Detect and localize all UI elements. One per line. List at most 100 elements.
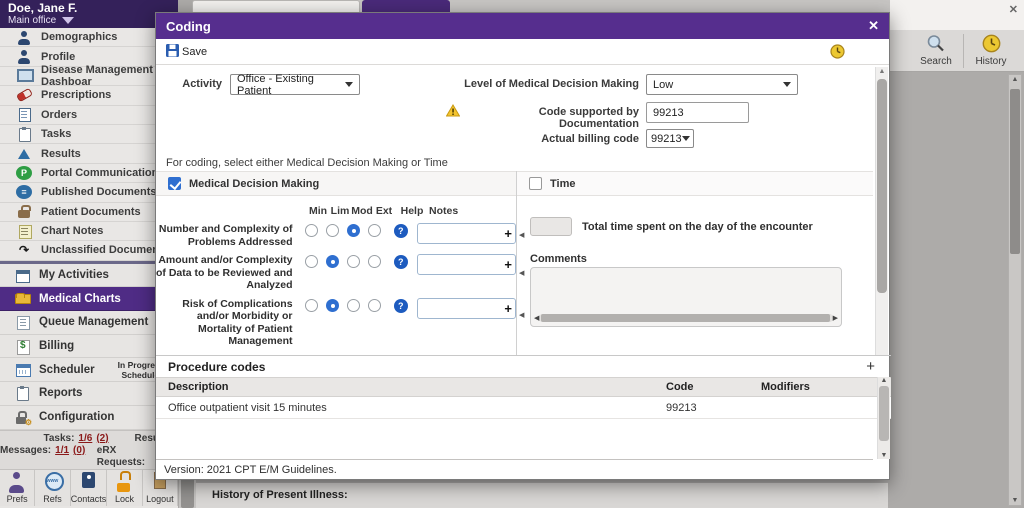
help-icon[interactable]: ?: [394, 224, 408, 238]
scrollbar-thumb[interactable]: [877, 79, 887, 293]
mdm-row-1: Number and Complexity of Problems Addres…: [156, 223, 516, 248]
history-button[interactable]: History: [966, 34, 1016, 67]
scrollbar-thumb[interactable]: [541, 314, 829, 322]
scroll-down-icon[interactable]: ▼: [878, 452, 890, 459]
sidebar-module-label: Medical Charts: [39, 293, 121, 305]
mdm-row-label: Amount and/or Complexity of Data to be R…: [156, 254, 293, 292]
code-supported-input[interactable]: [646, 102, 749, 123]
sidebar-item-label: Portal Communications: [41, 167, 164, 179]
column-notes: Notes: [429, 205, 458, 217]
search-button[interactable]: Search: [911, 34, 961, 67]
radio-lim-selected[interactable]: [326, 255, 339, 268]
sidebar-item-published-documents[interactable]: ≡Published Documents: [0, 183, 178, 202]
lock-button[interactable]: Lock: [107, 470, 142, 506]
background-tab-active[interactable]: [362, 0, 450, 12]
sidebar-footer-buttons: PrefsRefsContactsLockLogout: [0, 469, 178, 506]
sidebar-item-label: Tasks: [41, 128, 71, 140]
sidebar-module-reports[interactable]: Reports: [0, 382, 178, 406]
background-tab[interactable]: [192, 0, 360, 12]
scroll-left-icon[interactable]: ◀: [519, 231, 524, 239]
scroll-right-icon[interactable]: ▶: [833, 314, 838, 322]
sidebar-module-configuration[interactable]: ⚙Configuration: [0, 406, 178, 430]
sidebar-module-my-activities[interactable]: My Activities: [0, 264, 178, 288]
sidebar-item-demographics[interactable]: Demographics: [0, 28, 178, 47]
radio-mod[interactable]: [347, 255, 360, 268]
procedure-description: Office outpatient visit 15 minutes: [156, 402, 666, 414]
messages-stat-link[interactable]: 1/1: [55, 445, 69, 469]
comments-label: Comments: [530, 253, 587, 265]
radio-mod-selected[interactable]: [347, 224, 360, 237]
scroll-up-icon[interactable]: ▲: [876, 68, 888, 75]
scroll-down-icon[interactable]: ▼: [1009, 497, 1021, 504]
scroll-left-icon[interactable]: ◀: [534, 314, 539, 322]
scroll-left-icon[interactable]: ◀: [519, 311, 524, 319]
sidebar-item-patient-documents[interactable]: Patient Documents: [0, 203, 178, 222]
messages-stat-extra[interactable]: (0): [73, 445, 85, 469]
search-label: Search: [920, 56, 952, 67]
mdm-level-select[interactable]: Low: [646, 74, 798, 95]
scroll-up-icon[interactable]: ▲: [878, 377, 890, 384]
panel-close-icon[interactable]: ✕: [1009, 3, 1018, 16]
chevron-down-icon[interactable]: [62, 17, 74, 24]
time-checkbox-label: Time: [550, 178, 575, 190]
billing-code-select[interactable]: 99213: [646, 129, 694, 148]
scroll-left-icon[interactable]: ◀: [519, 269, 524, 277]
sidebar-item-results[interactable]: Results: [0, 144, 178, 163]
sidebar-item-disease-management-dashboar[interactable]: Disease Management Dashboar: [0, 67, 178, 86]
time-checkbox[interactable]: [529, 177, 542, 190]
sidebar-module-billing[interactable]: Billing: [0, 335, 178, 359]
add-note-icon[interactable]: +: [504, 301, 512, 316]
close-icon[interactable]: ✕: [868, 18, 879, 34]
sidebar-item-tasks[interactable]: Tasks: [0, 125, 178, 144]
mdm-checkbox[interactable]: [168, 177, 181, 190]
scrollbar-thumb[interactable]: [879, 386, 889, 441]
radio-mod[interactable]: [347, 299, 360, 312]
radio-lim-selected[interactable]: [326, 299, 339, 312]
sidebar-item-unclassified-documents[interactable]: ↷Unclassified Documents: [0, 241, 178, 260]
sidebar-item-orders[interactable]: Orders: [0, 106, 178, 125]
add-note-icon[interactable]: +: [504, 257, 512, 272]
prefs-button[interactable]: Prefs: [0, 470, 35, 506]
radio-ext[interactable]: [368, 224, 381, 237]
radio-lim[interactable]: [326, 224, 339, 237]
scrollbar-thumb[interactable]: [1010, 89, 1020, 254]
contacts-button[interactable]: Contacts: [71, 470, 108, 506]
sidebar-item-chart-notes[interactable]: Chart Notes: [0, 222, 178, 241]
help-icon[interactable]: ?: [394, 299, 408, 313]
radio-ext[interactable]: [368, 299, 381, 312]
total-time-input[interactable]: [530, 217, 572, 236]
radio-min[interactable]: [305, 255, 318, 268]
notes-input[interactable]: [417, 298, 516, 319]
audit-clock-icon[interactable]: [830, 44, 845, 59]
sidebar-module-medical-charts[interactable]: Medical Charts: [0, 287, 178, 311]
sidebar-module-scheduler[interactable]: SchedulerIn Progress:0Scheduled:0: [0, 358, 178, 382]
tasks-stat-extra[interactable]: (2): [96, 433, 108, 445]
comments-textarea[interactable]: ◀ ▶: [530, 267, 842, 327]
radio-min[interactable]: [305, 224, 318, 237]
background-scrollbar[interactable]: ▲ ▼: [1008, 74, 1022, 506]
sidebar-item-prescriptions[interactable]: Prescriptions: [0, 86, 178, 105]
notes-input[interactable]: [417, 254, 516, 275]
notes-input[interactable]: [417, 223, 516, 244]
dialog-scrollbar[interactable]: ▲: [875, 67, 888, 355]
add-note-icon[interactable]: +: [504, 226, 512, 241]
sidebar-module-queue-management[interactable]: Queue Management: [0, 311, 178, 335]
refs-button[interactable]: Refs: [35, 470, 70, 506]
comments-hscrollbar[interactable]: ◀ ▶: [534, 313, 838, 323]
add-procedure-button[interactable]: +: [866, 358, 875, 375]
sidebar-item-label: Demographics: [41, 31, 117, 43]
scroll-up-icon[interactable]: ▲: [1009, 76, 1021, 83]
save-button[interactable]: Save: [166, 44, 207, 60]
total-time-label: Total time spent on the day of the encou…: [582, 221, 813, 233]
calendar-icon: [14, 362, 30, 377]
patient-header[interactable]: Doe, Jane F. Main office: [0, 0, 178, 28]
sidebar-item-portal-communications[interactable]: PPortal Communications: [0, 164, 178, 183]
activity-select[interactable]: Office - Existing Patient: [230, 74, 360, 95]
sidebar-module-label: Configuration: [39, 411, 114, 423]
procedure-row[interactable]: Office outpatient visit 15 minutes99213: [156, 397, 891, 419]
tasks-stat-link[interactable]: 1/6: [78, 433, 92, 445]
help-icon[interactable]: ?: [394, 255, 408, 269]
procedure-table-scrollbar[interactable]: ▲ ▼: [877, 377, 890, 459]
radio-min[interactable]: [305, 299, 318, 312]
radio-ext[interactable]: [368, 255, 381, 268]
